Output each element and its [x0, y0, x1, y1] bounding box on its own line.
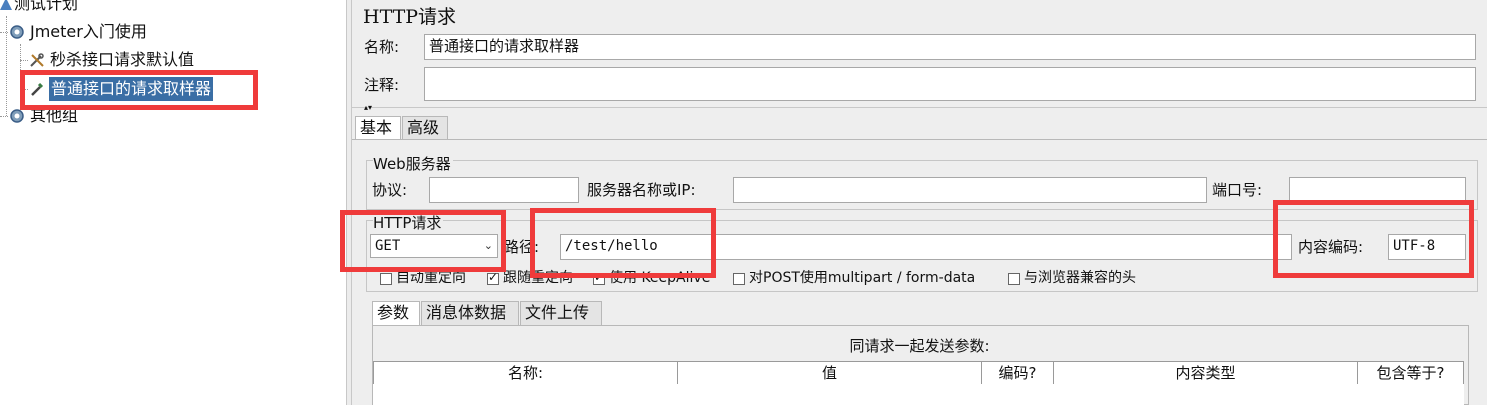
name-label: 名称: — [364, 38, 400, 56]
tab-advanced[interactable]: 高级 — [402, 116, 448, 140]
follow-redirect-checkbox[interactable] — [487, 270, 499, 285]
method-select[interactable]: GET ⌄ — [370, 234, 498, 258]
parameters-table-body[interactable] — [373, 384, 1464, 405]
column-header-content-type[interactable]: 内容类型 — [1053, 361, 1358, 385]
encoding-label: 内容编码: — [1298, 238, 1364, 256]
panel-title: HTTP请求 — [363, 6, 457, 28]
chevron-down-icon: ⌄ — [483, 239, 493, 252]
auto-redirect-label: 自动重定向 — [396, 270, 466, 286]
method-value: GET — [375, 238, 401, 254]
path-label: 路径: — [504, 238, 540, 256]
path-input[interactable]: /test/hello — [560, 234, 1292, 260]
keepalive-label: 使用 KeepAlive — [609, 270, 711, 286]
tree-connector — [6, 16, 7, 116]
encoding-input[interactable]: UTF-8 — [1388, 234, 1466, 260]
comment-input[interactable] — [424, 67, 1476, 101]
gear-icon — [10, 109, 24, 123]
tree-item-label: 普通接口的请求取样器 — [49, 77, 214, 101]
tree-item-label: 其他组 — [30, 106, 79, 125]
comment-label: 注释: — [364, 76, 400, 94]
column-header-name[interactable]: 名称: — [373, 361, 678, 385]
port-input[interactable] — [1289, 177, 1466, 203]
tree-connector — [20, 44, 21, 92]
gear-icon — [10, 25, 24, 39]
keepalive-checkbox[interactable] — [593, 270, 605, 285]
tree-connector — [0, 32, 8, 33]
tree-item-label: Jmeter入门使用 — [30, 22, 147, 41]
tab-underline — [352, 139, 1487, 140]
http-request-panel: HTTP请求 名称: 普通接口的请求取样器 注释: ▴▾ 基本 高级 Web服务… — [340, 0, 1487, 405]
browser-headers-checkbox[interactable] — [1008, 273, 1020, 285]
server-input[interactable] — [733, 177, 1207, 203]
tab-basic[interactable]: 基本 — [355, 116, 401, 140]
follow-redirect-label: 跟随重定向 — [503, 270, 573, 286]
protocol-label: 协议: — [372, 181, 408, 199]
http-request-group-title: HTTP请求 — [373, 212, 444, 234]
test-plan-icon — [0, 0, 12, 10]
params-caption: 同请求一起发送参数: — [849, 337, 990, 355]
tree-connector — [20, 60, 28, 61]
browser-headers-label: 与浏览器兼容的头 — [1024, 270, 1136, 286]
port-label: 端口号: — [1212, 181, 1263, 199]
collapse-arrows-icon[interactable]: ▴▾ — [364, 104, 372, 112]
tree-connector — [0, 116, 8, 117]
column-header-encode[interactable]: 编码? — [981, 361, 1054, 385]
protocol-input[interactable] — [429, 177, 579, 203]
tab-parameters[interactable]: 参数 — [372, 301, 420, 325]
tree-item-label: 测试计划 — [14, 0, 79, 13]
separator — [352, 107, 1487, 108]
tab-files-upload[interactable]: 文件上传 — [520, 301, 602, 325]
server-label: 服务器名称或IP: — [587, 181, 696, 199]
web-server-group-title: Web服务器 — [373, 153, 453, 175]
multipart-checkbox[interactable] — [733, 273, 745, 285]
name-input[interactable]: 普通接口的请求取样器 — [424, 34, 1476, 60]
column-header-value[interactable]: 值 — [677, 361, 982, 385]
column-header-include-equals[interactable]: 包含等于? — [1357, 361, 1464, 385]
pipette-icon — [31, 82, 44, 96]
tools-icon — [30, 53, 44, 67]
multipart-label: 对POST使用multipart / form-data — [749, 270, 976, 286]
tree-connector — [20, 89, 28, 90]
test-plan-tree: 测试计划 Jmeter入门使用 秒杀接口请求默认值 普通接口的请求取样器 其他组 — [0, 0, 346, 405]
tab-body-data[interactable]: 消息体数据 — [421, 301, 519, 325]
auto-redirect-checkbox[interactable] — [380, 273, 392, 285]
tree-item-label: 秒杀接口请求默认值 — [50, 50, 195, 69]
